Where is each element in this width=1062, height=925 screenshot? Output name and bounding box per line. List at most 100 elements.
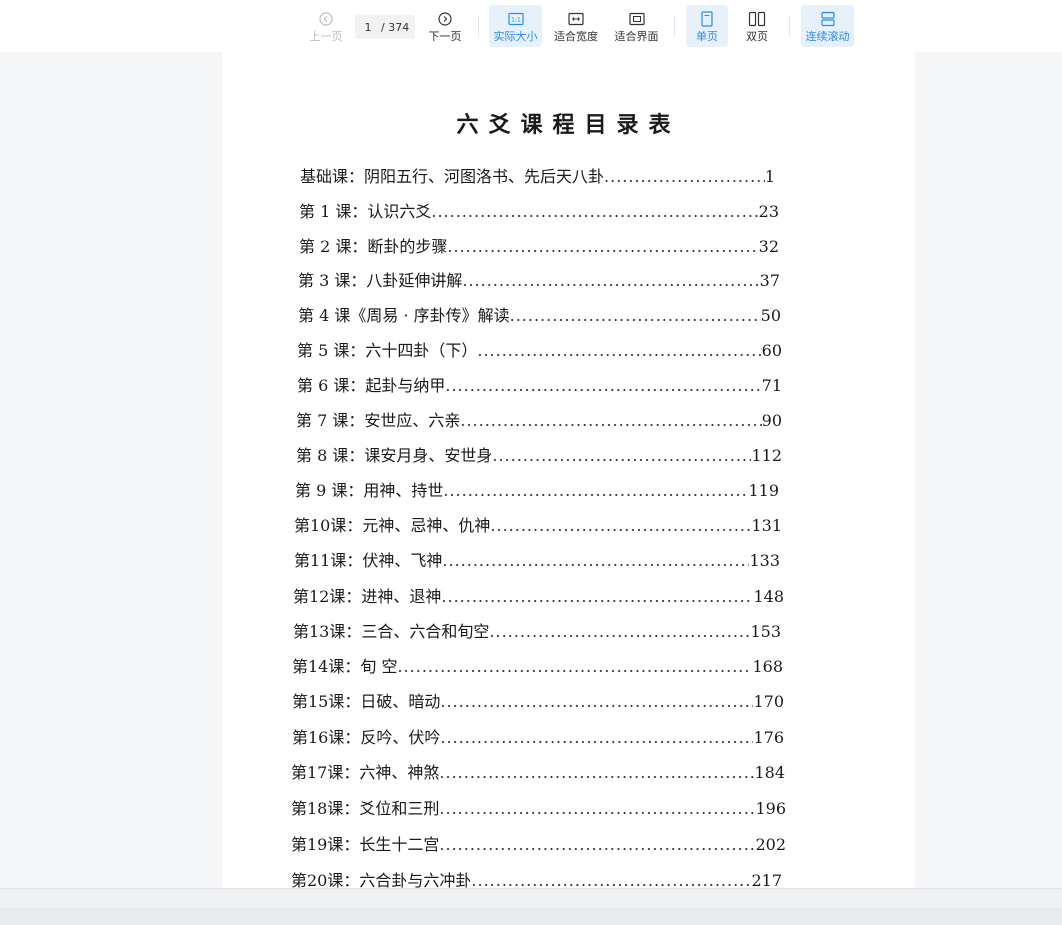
toc-entry-title: 进神、退神 [361, 587, 442, 606]
toc-leader-dots [477, 341, 761, 360]
toc-entry[interactable]: 第14课：旬 空 168 [292, 653, 783, 677]
toc-leader-dots [460, 411, 761, 430]
toc-entry-page: 131 [751, 516, 782, 535]
toc-entry-title: 六十四卦（下） [365, 341, 478, 360]
double-page-button[interactable]: 双页 [736, 5, 778, 47]
toc-leader-dots [447, 237, 758, 256]
toc-entry-label: 第 9 课： [295, 481, 364, 500]
chevron-right-circle-icon [436, 10, 454, 28]
chevron-left-circle-icon [317, 10, 335, 28]
toc-entry-title: 六神、神煞 [359, 763, 440, 782]
current-page-input[interactable]: 1 [355, 21, 381, 34]
toolbar-divider [789, 15, 790, 37]
toc-entry-title: 日破、暗动 [360, 692, 441, 711]
toc-entry-label: 第 3 课： [298, 271, 367, 290]
toc-entry-page: 71 [761, 376, 782, 395]
single-page-button[interactable]: 单页 [686, 5, 728, 47]
toc-entry[interactable]: 第13课：三合、六合和旬空 153 [293, 618, 781, 642]
toc-entry-title: 爻位和三刑 [359, 799, 440, 818]
actual-size-label: 实际大小 [493, 29, 538, 43]
fit-page-button[interactable]: 适合界面 [610, 5, 663, 47]
toc-entry[interactable]: 第12课：进神、退神 148 [293, 583, 784, 607]
toc-leader-dots [442, 551, 749, 570]
toc-entry-label: 第13课： [293, 622, 362, 641]
toc-entry-label: 第17课： [291, 763, 360, 782]
toc-entry[interactable]: 第10课：元神、忌神、仇神 131 [294, 512, 782, 536]
double-page-label: 双页 [746, 29, 768, 43]
toc-entry-title: 旬 空 [360, 657, 398, 676]
toc-entry-title: 课安月身、安世身 [364, 446, 493, 465]
page-number-field[interactable]: 1 / 374 [355, 15, 415, 39]
toc-entry[interactable]: 第 8 课：课安月身、安世身 112 [296, 442, 782, 466]
toc-entry-label: 第 6 课： [297, 376, 366, 395]
prev-page-label: 上一页 [309, 29, 343, 43]
toc-entry[interactable]: 第 5 课：六十四卦（下） 60 [297, 337, 782, 361]
toolbar-divider [674, 15, 675, 37]
fit-width-icon [567, 10, 585, 28]
toc-entry[interactable]: 第20课：六合卦与六冲卦 217 [291, 867, 782, 888]
toc-entry-title: 三合、六合和旬空 [361, 622, 490, 641]
toc-leader-dots [490, 516, 751, 535]
toc-entry-label: 基础课： [300, 167, 365, 186]
toc-leader-dots [492, 446, 751, 465]
toc-entry-label: 第 7 课： [296, 411, 365, 430]
actual-size-icon: 1:1 [507, 10, 525, 28]
toc-leader-dots [431, 202, 758, 221]
toolbar-divider [478, 15, 479, 37]
toc-entry[interactable]: 第11课：伏神、飞神 133 [294, 547, 780, 571]
continuous-scroll-label: 连续滚动 [805, 29, 850, 43]
toc-leader-dots [462, 271, 759, 290]
document-page: 六爻课程目录表 基础课：阴阳五行、河图洛书、先后天八卦 1 第 1 课：认识六爻 2… [222, 52, 915, 888]
toc-leader-dots [440, 728, 753, 747]
fit-width-label: 适合宽度 [554, 29, 598, 43]
horizontal-scrollbar[interactable] [0, 908, 1062, 925]
continuous-scroll-icon [819, 10, 837, 28]
toc-entry-page: 217 [751, 871, 782, 888]
fit-page-icon [628, 10, 646, 28]
toc-entry-page: 37 [759, 271, 780, 290]
fit-page-label: 适合界面 [614, 29, 659, 43]
toc-leader-dots [397, 657, 752, 676]
toc-entry[interactable]: 第 2 课：断卦的步骤 32 [299, 233, 779, 257]
toc-entry-label: 第20课： [291, 871, 360, 888]
toc-entry-label: 第 2 课： [299, 237, 368, 256]
toc-entry-label: 第10课： [294, 516, 363, 535]
toc-entry-page: 133 [749, 551, 780, 570]
toc-entry-label: 第 8 课： [296, 446, 365, 465]
toc-entry[interactable]: 第18课：爻位和三刑 196 [291, 795, 786, 819]
toc-entry-title: 断卦的步骤 [367, 237, 448, 256]
toc-entry-page: 153 [750, 622, 781, 641]
fit-width-button[interactable]: 适合宽度 [550, 5, 602, 47]
toc-entry-title: 反吟、伏吟 [360, 728, 441, 747]
toc-entry-title: 伏神、飞神 [362, 551, 443, 570]
toc-entry-title: 元神、忌神、仇神 [362, 516, 491, 535]
toc-entry[interactable]: 第15课：日破、暗动 170 [292, 688, 784, 712]
actual-size-button[interactable]: 1:1 实际大小 [489, 5, 542, 47]
toc-entry[interactable]: 第 1 课：认识六爻 23 [299, 198, 779, 222]
toc-entry[interactable]: 第 3 课：八卦延伸讲解 37 [298, 267, 780, 291]
toc-leader-dots [510, 306, 761, 325]
toc-entry-label: 第19课： [291, 835, 360, 854]
toc-entry-title: 六合卦与六冲卦 [359, 871, 472, 888]
toc-entry-title: 阴阳五行、河图洛书、先后天八卦 [364, 167, 605, 186]
toc-entry[interactable]: 第 7 课：安世应、六亲 90 [296, 407, 782, 431]
toc-entry-title: 长生十二宫 [359, 835, 440, 854]
next-page-button[interactable]: 下一页 [424, 5, 466, 47]
toc-entry[interactable]: 第 6 课：起卦与纳甲 71 [297, 372, 782, 396]
continuous-scroll-button[interactable]: 连续滚动 [801, 5, 854, 47]
toc-entry[interactable]: 第 9 课：用神、持世 119 [295, 477, 779, 501]
prev-page-button[interactable]: 上一页 [305, 5, 347, 47]
toc-leader-dots [439, 799, 755, 818]
toc-entry-title: 起卦与纳甲 [365, 376, 446, 395]
toc-leader-dots [441, 587, 753, 606]
toc-entry[interactable]: 第16课：反吟、伏吟 176 [292, 724, 784, 748]
toc-leader-dots [439, 763, 754, 782]
viewer-toolbar: 上一页 1 / 374 下一页 1:1 实际大小 适合宽度 适合界面 单页 双页… [0, 0, 1062, 52]
toc-entry-page: 184 [754, 763, 785, 782]
toc-entry[interactable]: 第17课：六神、神煞 184 [291, 759, 785, 783]
toc-entry[interactable]: 基础课：阴阳五行、河图洛书、先后天八卦 1 [300, 163, 775, 187]
toc-entry-title: 认识六爻 [367, 202, 432, 221]
toc-entry-page: 23 [758, 202, 779, 221]
toc-entry[interactable]: 第 4 课《周易 · 序卦传》解读 50 [298, 302, 781, 326]
toc-entry[interactable]: 第19课：长生十二宫 202 [291, 831, 786, 855]
